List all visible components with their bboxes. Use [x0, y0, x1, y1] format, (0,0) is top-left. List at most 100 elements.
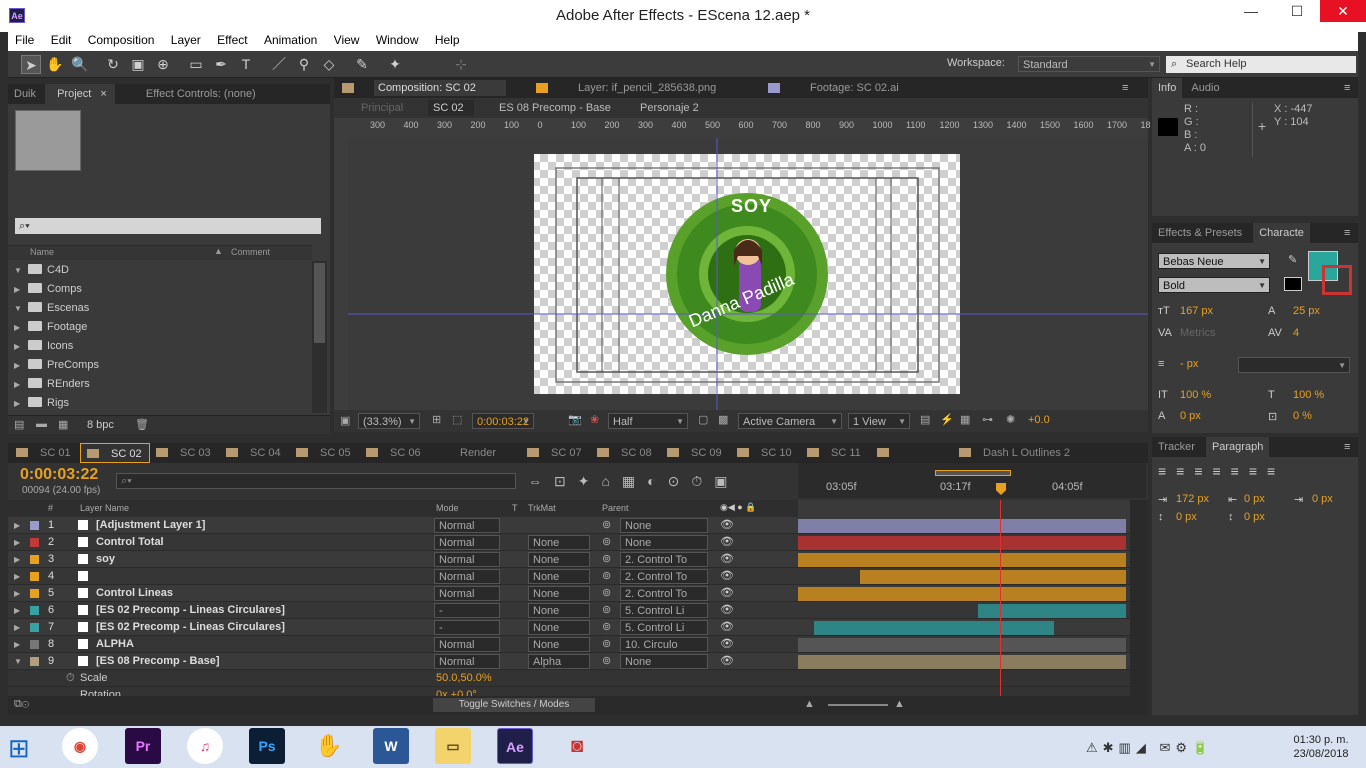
parent-select[interactable]: 2. Control To: [620, 552, 708, 567]
chrome-icon[interactable]: ◉: [62, 728, 98, 764]
expand-triangle-icon[interactable]: ▶: [14, 535, 20, 550]
roto-brush-tool-icon[interactable]: ✎: [352, 55, 372, 74]
visibility-eye-icon[interactable]: 👁: [720, 518, 734, 533]
indent-left-value[interactable]: 172 px: [1176, 493, 1209, 505]
playhead-handle[interactable]: [996, 483, 1006, 495]
menu-view[interactable]: View: [327, 32, 366, 47]
trkmat-select[interactable]: None: [528, 535, 590, 550]
trkmat-select[interactable]: None: [528, 569, 590, 584]
mode-select[interactable]: Normal: [434, 552, 500, 567]
label-color-icon[interactable]: [30, 657, 39, 666]
type-tool-icon[interactable]: T: [236, 55, 256, 74]
word-icon[interactable]: W: [373, 728, 409, 764]
project-folder-item[interactable]: ▶ PreComps: [8, 356, 308, 375]
visibility-eye-icon[interactable]: 👁: [720, 654, 734, 669]
layer-name[interactable]: [ES 02 Precomp - Lineas Circulares]: [96, 603, 285, 618]
interpret-footage-icon[interactable]: ▤: [14, 418, 24, 431]
label-color-icon[interactable]: [30, 538, 39, 547]
selection-tool-icon[interactable]: ➤: [21, 55, 41, 74]
mode-select[interactable]: Normal: [434, 654, 500, 669]
layer-duration-bar[interactable]: [798, 587, 1126, 601]
tab-info[interactable]: Info: [1152, 78, 1183, 98]
toggle-switches-button[interactable]: Toggle Switches / Modes: [433, 698, 595, 712]
panel-menu-icon[interactable]: ≡: [1116, 78, 1134, 98]
space-after-value[interactable]: 0 px: [1244, 511, 1265, 523]
project-folder-item[interactable]: ▼ Escenas: [8, 299, 308, 318]
brush-tool-icon[interactable]: ／: [269, 55, 289, 74]
time-navigator[interactable]: 03:05f 03:17f 04:05f: [798, 463, 1146, 498]
expand-triangle-icon[interactable]: ▶: [14, 552, 20, 567]
tab-project[interactable]: Project ×: [45, 84, 115, 104]
character-menu-icon[interactable]: ≡: [1338, 223, 1356, 243]
vertical-scale-value[interactable]: 100 %: [1180, 389, 1211, 401]
toggle-pixel-icon[interactable]: ▤: [920, 413, 930, 426]
black-swatch[interactable]: [1284, 277, 1302, 291]
parent-select[interactable]: None: [620, 518, 708, 533]
timeline-search-input[interactable]: ⌕▾: [116, 473, 516, 489]
layer-name[interactable]: ALPHA: [96, 637, 134, 652]
column-parent[interactable]: Parent: [602, 503, 629, 513]
parent-pickwhip-icon[interactable]: ⊚: [602, 552, 611, 567]
camera-tool-icon[interactable]: ▣: [128, 55, 148, 74]
label-color-icon[interactable]: [30, 606, 39, 615]
table-row[interactable]: ▶ 3 soy Normal None ⊚ 2. Control To 👁: [8, 551, 1145, 568]
tab-sc-01[interactable]: SC 01: [10, 443, 80, 463]
collapse-triangle-icon[interactable]: ▶: [14, 394, 24, 413]
label-color-icon[interactable]: [30, 589, 39, 598]
trkmat-select[interactable]: Alpha: [528, 654, 590, 669]
font-style-select[interactable]: Bold: [1158, 277, 1270, 294]
zoom-out-icon[interactable]: ▲: [804, 698, 815, 710]
layer-name[interactable]: Control Lineas: [96, 586, 173, 601]
timeline-scrollbar[interactable]: [1130, 500, 1148, 696]
expand-triangle-icon[interactable]: ▶: [14, 518, 20, 533]
camera-select[interactable]: Active Camera: [738, 413, 842, 430]
tab-sc-07[interactable]: SC 07: [521, 443, 591, 463]
layer-duration-bar[interactable]: [860, 570, 1126, 584]
parent-pickwhip-icon[interactable]: ⊚: [602, 637, 611, 652]
region-icon[interactable]: ⬚: [452, 413, 462, 426]
tab-composition[interactable]: Composition: SC 02: [374, 80, 506, 96]
space-before-value[interactable]: 0 px: [1176, 511, 1197, 523]
parent-pickwhip-icon[interactable]: ⊚: [602, 620, 611, 635]
info-menu-icon[interactable]: ≡: [1338, 78, 1356, 98]
expand-triangle-icon[interactable]: ▶: [14, 637, 20, 652]
composition-viewport[interactable]: SOY Danna Padilla: [348, 138, 1148, 410]
mode-select[interactable]: Normal: [434, 569, 500, 584]
start-button[interactable]: ⊞: [8, 733, 38, 763]
mode-select[interactable]: Normal: [434, 586, 500, 601]
horizontal-scale-value[interactable]: 100 %: [1293, 389, 1324, 401]
layer-duration-bar[interactable]: [798, 519, 1126, 533]
parent-pickwhip-icon[interactable]: ⊚: [602, 569, 611, 584]
view-layout-select[interactable]: 1 View: [848, 413, 910, 430]
visibility-eye-icon[interactable]: 👁: [720, 535, 734, 550]
font-size-value[interactable]: 167 px: [1180, 305, 1213, 317]
column-name[interactable]: Name: [30, 247, 54, 257]
visibility-eye-icon[interactable]: 👁: [720, 620, 734, 635]
expand-triangle-icon[interactable]: ▶: [14, 569, 20, 584]
new-folder-icon[interactable]: ▬: [36, 418, 47, 430]
search-help-input[interactable]: ⌕ Search Help: [1166, 56, 1356, 73]
baseball-glove-icon[interactable]: ✋: [311, 728, 347, 764]
expand-triangle-icon[interactable]: ▶: [14, 603, 20, 618]
itunes-icon[interactable]: ♫: [187, 728, 223, 764]
parent-select[interactable]: 2. Control To: [620, 586, 708, 601]
expand-triangle-icon[interactable]: ▼: [14, 654, 22, 669]
collapse-triangle-icon[interactable]: ▶: [14, 375, 24, 394]
mode-select[interactable]: -: [434, 603, 500, 618]
expand-triangle-icon[interactable]: ▶: [14, 586, 20, 601]
label-color-icon[interactable]: [30, 555, 39, 564]
visibility-eye-icon[interactable]: 👁: [720, 586, 734, 601]
rotate-tool-icon[interactable]: ↻: [103, 55, 123, 74]
new-comp-icon[interactable]: ▦: [58, 418, 68, 431]
timeline-switch-icons[interactable]: ⇔⊡✦⌂▦◐⊙⏱▣: [528, 473, 739, 490]
breadcrumb-personaje[interactable]: Personaje 2: [640, 102, 699, 114]
menu-help[interactable]: Help: [428, 32, 466, 47]
tab-audio[interactable]: Audio: [1185, 82, 1225, 94]
stroke-width-value[interactable]: - px: [1180, 358, 1198, 370]
file-explorer-icon[interactable]: ▭: [435, 728, 471, 764]
system-tray-icons[interactable]: ⚠✱▥◢ ✉⚙🔋: [1086, 740, 1213, 756]
label-color-icon[interactable]: [30, 572, 39, 581]
visibility-eye-icon[interactable]: 👁: [720, 569, 734, 584]
tab-tracker[interactable]: Tracker: [1152, 441, 1201, 453]
parent-pickwhip-icon[interactable]: ⊚: [602, 535, 611, 550]
